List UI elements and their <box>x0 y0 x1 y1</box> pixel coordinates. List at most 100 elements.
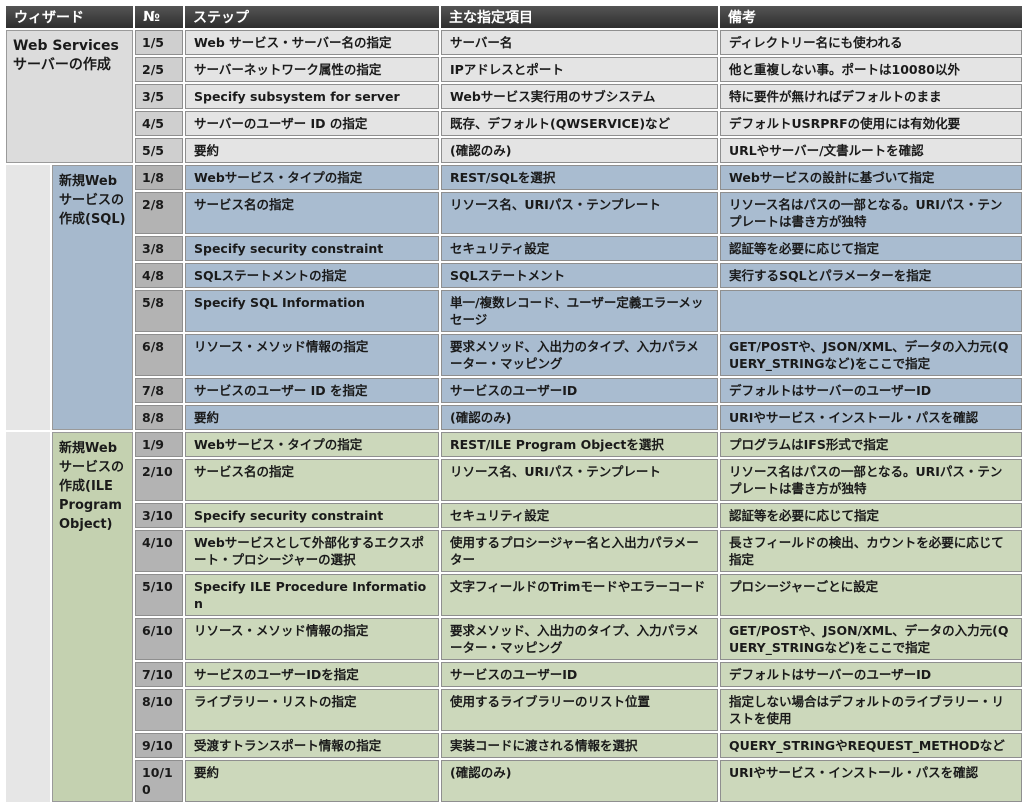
step-number: 5/10 <box>135 574 183 616</box>
table-row: 5/8 Specify SQL Information 単一/複数レコード、ユーザー… <box>6 290 1022 332</box>
main-items: Webサービス実行用のサブシステム <box>441 84 718 109</box>
table-row: 4/5 サーバーのユーザー ID の指定 既存、デフォルト(QWSERVICE)など… <box>6 111 1022 136</box>
step-name: サーバーネットワーク属性の指定 <box>185 57 439 82</box>
main-items: (確認のみ) <box>441 760 718 802</box>
remarks: デフォルトはサーバーのユーザーID <box>720 662 1022 687</box>
table-row: 3/8 Specify security constraint セキュリティ設定 認証… <box>6 236 1022 261</box>
table-row: 7/8 サービスのユーザー ID を指定 サービスのユーザーID デフォルトはサーバー… <box>6 378 1022 403</box>
remarks: QUERY_STRINGやREQUEST_METHODなど <box>720 733 1022 758</box>
main-items: リソース名、URIパス・テンプレート <box>441 192 718 234</box>
remarks: 指定しない場合はデフォルトのライブラリー・リストを使用 <box>720 689 1022 731</box>
main-items: セキュリティ設定 <box>441 236 718 261</box>
table-row: 4/10 Webサービスとして外部化するエクスポート・プロシージャーの選択 使用する… <box>6 530 1022 572</box>
table-row: 7/10 サービスのユーザーIDを指定 サービスのユーザーID デフォルトはサーバーの… <box>6 662 1022 687</box>
main-items: (確認のみ) <box>441 138 718 163</box>
step-number: 3/10 <box>135 503 183 528</box>
header-remarks: 備考 <box>720 6 1022 28</box>
step-name: リソース・メソッド情報の指定 <box>185 334 439 376</box>
remarks: ディレクトリー名にも使われる <box>720 30 1022 55</box>
step-number: 2/8 <box>135 192 183 234</box>
remarks: デフォルトはサーバーのユーザーID <box>720 378 1022 403</box>
table-row: 6/10 リソース・メソッド情報の指定 要求メソッド、入出力のタイプ、入力パラメータ… <box>6 618 1022 660</box>
step-name: Specify security constraint <box>185 503 439 528</box>
table-row: 2/10 サービス名の指定 リソース名、URIパス・テンプレート リソース名はパスの一… <box>6 459 1022 501</box>
step-number: 10/10 <box>135 760 183 802</box>
step-name: Specify security constraint <box>185 236 439 261</box>
remarks: URIやサービス・インストール・パスを確認 <box>720 760 1022 802</box>
step-name: 受渡すトランスポート情報の指定 <box>185 733 439 758</box>
step-name: Webサービスとして外部化するエクスポート・プロシージャーの選択 <box>185 530 439 572</box>
step-name: Webサービス・タイプの指定 <box>185 165 439 190</box>
header-wizard: ウィザード <box>6 6 133 28</box>
step-number: 4/5 <box>135 111 183 136</box>
step-number: 2/5 <box>135 57 183 82</box>
main-items: 使用するプロシージャー名と入出力パラメーター <box>441 530 718 572</box>
remarks: 認証等を必要に応じて指定 <box>720 503 1022 528</box>
remarks: URLやサーバー/文書ルートを確認 <box>720 138 1022 163</box>
remarks: GET/POSTや、JSON/XML、データの入力元(QUERY_STRINGな… <box>720 618 1022 660</box>
table-row: 2/8 サービス名の指定 リソース名、URIパス・テンプレート リソース名はパスの一部… <box>6 192 1022 234</box>
step-number: 6/10 <box>135 618 183 660</box>
step-name: Web サービス・サーバー名の指定 <box>185 30 439 55</box>
step-number: 5/8 <box>135 290 183 332</box>
main-items: セキュリティ設定 <box>441 503 718 528</box>
step-name: 要約 <box>185 405 439 430</box>
remarks: 実行するSQLとパラメーターを指定 <box>720 263 1022 288</box>
remarks: 長さフィールドの検出、カウントを必要に応じて指定 <box>720 530 1022 572</box>
wizard-steps-table: ウィザード № ステップ 主な指定項目 備考 Web Services サーバー… <box>4 4 1024 804</box>
step-name: 要約 <box>185 760 439 802</box>
step-name: 要約 <box>185 138 439 163</box>
header-number: № <box>135 6 183 28</box>
main-items: REST/SQLを選択 <box>441 165 718 190</box>
table-row: 3/10 Specify security constraint セキュリティ設定認… <box>6 503 1022 528</box>
step-name: SQLステートメントの指定 <box>185 263 439 288</box>
remarks: Webサービスの設計に基づいて指定 <box>720 165 1022 190</box>
main-items: サーバー名 <box>441 30 718 55</box>
main-items: 実装コードに渡される情報を選択 <box>441 733 718 758</box>
table-row: 3/5 Specify subsystem for server Webサービス実行… <box>6 84 1022 109</box>
step-number: 1/9 <box>135 432 183 457</box>
table-row: 10/10 要約 (確認のみ) URIやサービス・インストール・パスを確認 <box>6 760 1022 802</box>
table-row: Web Services サーバーの作成 1/5 Web サービス・サーバー名の指定… <box>6 30 1022 163</box>
header-step: ステップ <box>185 6 439 28</box>
table-row: 9/10 受渡すトランスポート情報の指定 実装コードに渡される情報を選択 QUERY_… <box>6 733 1022 758</box>
step-name: サーバーのユーザー ID の指定 <box>185 111 439 136</box>
remarks: GET/POSTや、JSON/XML、データの入力元(QUERY_STRINGな… <box>720 334 1022 376</box>
step-number: 9/10 <box>135 733 183 758</box>
main-items: サービスのユーザーID <box>441 378 718 403</box>
step-number: 3/8 <box>135 236 183 261</box>
step-number: 5/5 <box>135 138 183 163</box>
step-number: 8/8 <box>135 405 183 430</box>
wizard-group-label: 新規Webサービスの作成(ILE Program Object) <box>52 432 133 802</box>
step-number: 4/8 <box>135 263 183 288</box>
step-name: Webサービス・タイプの指定 <box>185 432 439 457</box>
table-row: 新規Webサービスの作成(SQL) 1/8 Webサービス・タイプの指定 REST/S… <box>6 165 1022 430</box>
main-items: 要求メソッド、入出力のタイプ、入力パラメーター・マッピング <box>441 334 718 376</box>
group-indent <box>6 432 50 802</box>
group-indent <box>6 165 50 430</box>
table-row: 6/8 リソース・メソッド情報の指定 要求メソッド、入出力のタイプ、入力パラメーター… <box>6 334 1022 376</box>
wizard-group-label: 新規Webサービスの作成(SQL) <box>52 165 133 430</box>
step-number: 3/5 <box>135 84 183 109</box>
step-name: Specify ILE Procedure Information <box>185 574 439 616</box>
table-row: 5/5 要約 (確認のみ) URLやサーバー/文書ルートを確認 <box>6 138 1022 163</box>
remarks: プロシージャーごとに設定 <box>720 574 1022 616</box>
remarks: デフォルトUSRPRFの使用には有効化要 <box>720 111 1022 136</box>
remarks: 特に要件が無ければデフォルトのまま <box>720 84 1022 109</box>
remarks: プログラムはIFS形式で指定 <box>720 432 1022 457</box>
main-items: REST/ILE Program Objectを選択 <box>441 432 718 457</box>
table-row: 新規Webサービスの作成(ILE Program Object) 1/9 Webサー… <box>6 432 1022 802</box>
main-items: (確認のみ) <box>441 405 718 430</box>
remarks: 他と重複しない事。ポートは10080以外 <box>720 57 1022 82</box>
table-row: 5/10 Specify ILE Procedure Information 文字フ… <box>6 574 1022 616</box>
header-row: ウィザード № ステップ 主な指定項目 備考 <box>6 6 1022 28</box>
step-number: 1/5 <box>135 30 183 55</box>
remarks: リソース名はパスの一部となる。URIパス・テンプレートは書き方が独特 <box>720 459 1022 501</box>
main-items: サービスのユーザーID <box>441 662 718 687</box>
main-items: リソース名、URIパス・テンプレート <box>441 459 718 501</box>
main-items: 使用するライブラリーのリスト位置 <box>441 689 718 731</box>
main-items: 単一/複数レコード、ユーザー定義エラーメッセージ <box>441 290 718 332</box>
step-name: サービスのユーザー ID を指定 <box>185 378 439 403</box>
step-number: 8/10 <box>135 689 183 731</box>
table-body: Web Services サーバーの作成 1/5 Web サービス・サーバー名の指定… <box>6 30 1022 802</box>
